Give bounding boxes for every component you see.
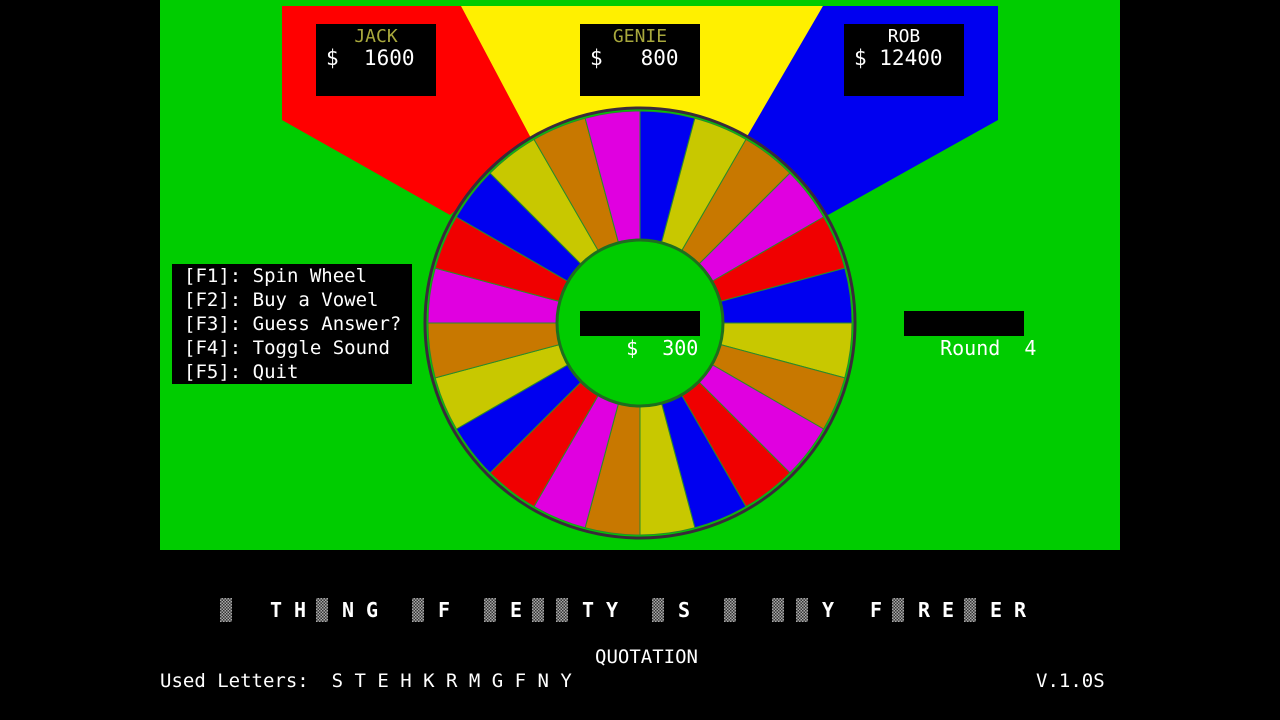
- player-score-rob: ROB $ 12400: [844, 24, 964, 96]
- puzzle-hidden-letter: [960, 596, 984, 624]
- player-score: $ 12400: [854, 46, 943, 70]
- puzzle-hidden-letter: [528, 596, 552, 624]
- player-score: $ 800: [590, 46, 679, 70]
- puzzle-hidden-letter: [648, 596, 672, 624]
- command-menu: [F1]: Spin Wheel [F2]: Buy a Vowel [F3]:…: [172, 264, 412, 384]
- puzzle-space: [384, 596, 408, 624]
- puzzle-revealed-letter: E: [509, 598, 523, 622]
- menu-quit[interactable]: [F5]: Quit: [184, 360, 298, 384]
- puzzle-revealed-letter: Y: [605, 598, 619, 622]
- spin-value-text: $ 300: [626, 336, 699, 360]
- player-name: GENIE: [612, 26, 668, 47]
- menu-spin-wheel[interactable]: [F1]: Spin Wheel: [184, 264, 367, 288]
- puzzle-revealed-letter: Y: [821, 598, 835, 622]
- puzzle-revealed-letter: S: [677, 598, 691, 622]
- puzzle-revealed-letter: E: [989, 598, 1003, 622]
- used-letters: Used Letters: S T E H K R M G F N Y: [160, 670, 572, 692]
- player-score-genie: GENIE $ 800: [580, 24, 700, 96]
- puzzle-revealed-letter: R: [917, 598, 931, 622]
- version-label: V.1.0S: [1036, 670, 1105, 692]
- puzzle-revealed-letter: F: [869, 598, 883, 622]
- spin-value: $ 300: [580, 311, 700, 360]
- menu-toggle-sound[interactable]: [F4]: Toggle Sound: [184, 336, 390, 360]
- puzzle-hidden-letter: [216, 596, 240, 624]
- puzzle-hidden-letter: [720, 596, 744, 624]
- menu-buy-vowel[interactable]: [F2]: Buy a Vowel: [184, 288, 378, 312]
- puzzle-revealed-letter: T: [269, 598, 283, 622]
- puzzle-revealed-letter: E: [941, 598, 955, 622]
- puzzle-board: THNGFETYSYFREER: [216, 596, 1032, 624]
- puzzle-hidden-letter: [480, 596, 504, 624]
- player-name: JACK: [354, 26, 398, 47]
- puzzle-revealed-letter: F: [437, 598, 451, 622]
- puzzle-revealed-letter: R: [1013, 598, 1027, 622]
- puzzle-space: [696, 596, 720, 624]
- puzzle-space: [624, 596, 648, 624]
- puzzle-hidden-letter: [768, 596, 792, 624]
- menu-guess-answer[interactable]: [F3]: Guess Answer?: [184, 312, 401, 336]
- round-text: Round 4: [940, 336, 1037, 360]
- puzzle-hidden-letter: [888, 596, 912, 624]
- puzzle-hidden-letter: [312, 596, 336, 624]
- puzzle-hidden-letter: [408, 596, 432, 624]
- puzzle-space: [240, 596, 264, 624]
- puzzle-revealed-letter: N: [341, 598, 355, 622]
- player-score-jack: JACK $ 1600: [316, 24, 436, 96]
- round-indicator: Round 4: [904, 311, 1036, 360]
- puzzle-hidden-letter: [792, 596, 816, 624]
- used-letters-list: S T E H K R M G F N Y: [331, 670, 572, 692]
- puzzle-category: QUOTATION: [595, 646, 698, 668]
- puzzle-hidden-letter: [552, 596, 576, 624]
- puzzle-revealed-letter: T: [581, 598, 595, 622]
- puzzle-space: [744, 596, 768, 624]
- puzzle-revealed-letter: G: [365, 598, 379, 622]
- puzzle-space: [840, 596, 864, 624]
- player-name: ROB: [887, 26, 921, 47]
- player-score: $ 1600: [326, 46, 415, 70]
- used-letters-label: Used Letters:: [160, 670, 309, 692]
- puzzle-revealed-letter: H: [293, 598, 307, 622]
- puzzle-space: [456, 596, 480, 624]
